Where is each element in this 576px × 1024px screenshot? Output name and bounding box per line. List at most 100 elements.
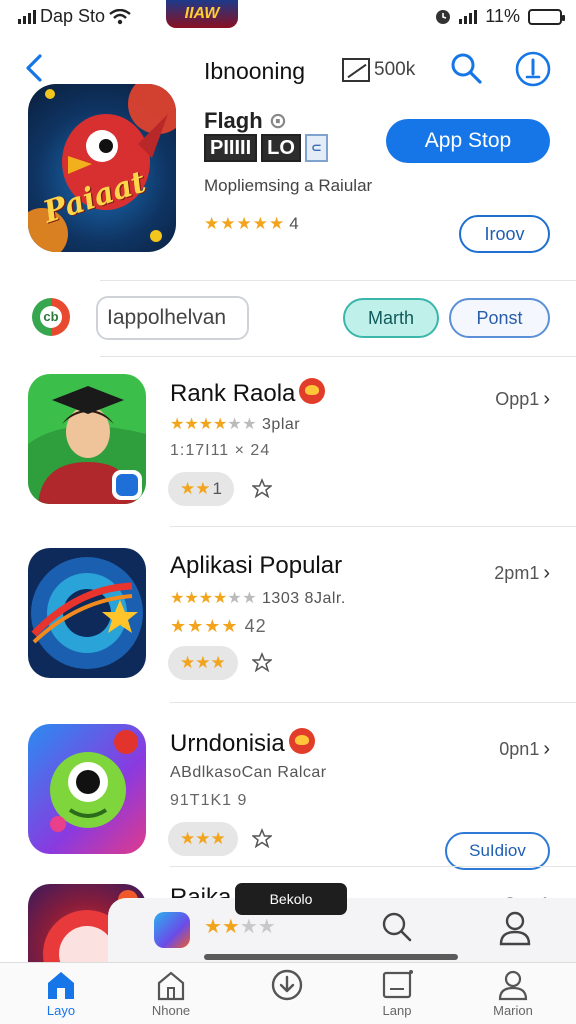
- tag-chip: ⊂: [304, 134, 328, 162]
- floating-progress-bar[interactable]: [204, 954, 458, 960]
- tag-box-2: LO: [261, 134, 301, 162]
- tab-label: Nhone: [151, 1003, 191, 1018]
- list-item[interactable]: Urndonisia ABdlkasoCan Ralcar 91T1K1 9 ★…: [0, 724, 576, 874]
- chip-stars: ★★: [180, 479, 211, 498]
- tablet-icon: [382, 970, 413, 999]
- meta-text: 1303 8Jalr.: [262, 590, 346, 607]
- app-meta: ★★★★★★ 3plar: [170, 414, 300, 434]
- rating-chip[interactable]: ★★ 1: [168, 472, 234, 506]
- filter-search-input[interactable]: Iappolhelvan: [96, 296, 249, 340]
- app-title: Rank Raola: [170, 378, 326, 408]
- tab-label: Lanp: [382, 1003, 412, 1018]
- tooltip: Bekolo: [235, 883, 347, 915]
- tab-label: Marion: [493, 1003, 533, 1018]
- app-meta: ★★★★★★ 1303 8Jalr.: [170, 588, 346, 608]
- meta-text: 3plar: [262, 416, 301, 433]
- face-emoji-icon: [299, 378, 326, 404]
- person-icon: [498, 970, 528, 1001]
- search-icon[interactable]: [380, 910, 414, 944]
- tab-bar: Layo Nhone Lanp Marion: [0, 962, 576, 1024]
- stars-on: ★★★★: [170, 590, 228, 607]
- divider: [170, 866, 576, 867]
- star-outline-icon[interactable]: [252, 828, 272, 848]
- app-meta-secondary: 91T1K1 9: [170, 792, 248, 809]
- battery-icon: [528, 8, 565, 25]
- alarm-icon: [436, 9, 451, 24]
- tag-box-1: PIIIII: [204, 134, 258, 162]
- list-item[interactable]: Aplikasi Popular ★★★★★★ 1303 8Jalr. ★★★★…: [0, 548, 576, 698]
- tab-home[interactable]: Layo: [16, 969, 106, 1023]
- app-store-button[interactable]: App Stop: [386, 119, 550, 163]
- dot-icon: ⊙: [268, 108, 288, 133]
- search-icon[interactable]: [448, 50, 484, 86]
- tab-download[interactable]: [242, 969, 332, 1023]
- signal-icon: [18, 9, 36, 24]
- open-label[interactable]: Opp1 ›: [495, 388, 550, 411]
- open-text: 2pm1: [494, 563, 540, 583]
- featured-title-text: Flagh: [204, 108, 263, 133]
- open-label[interactable]: 2pm1 ›: [494, 562, 550, 585]
- divider: [170, 702, 576, 703]
- featured-app-icon[interactable]: Paiaat: [28, 84, 176, 252]
- app-meta-secondary: 1:17I11 × 24: [170, 442, 271, 459]
- open-label[interactable]: 0pn1 ›: [499, 738, 550, 761]
- install-button[interactable]: SuIdiov: [445, 832, 550, 870]
- featured-secondary-button[interactable]: Iroov: [459, 215, 550, 253]
- chevron-right-icon: ›: [543, 388, 550, 410]
- face-emoji-icon: [288, 728, 315, 754]
- featured-title: Flagh ⊙: [204, 108, 287, 134]
- app-icon-monster[interactable]: [28, 724, 146, 854]
- open-text: Opp1: [495, 389, 540, 409]
- graduate-icon: [28, 386, 146, 504]
- app-icon-graduate[interactable]: [28, 374, 146, 504]
- tab-lamp[interactable]: Lanp: [352, 969, 442, 1023]
- featured-rating: ★★★★★ 4: [204, 214, 300, 234]
- status-left: Dap Sto: [18, 6, 131, 27]
- filter-pill-inactive[interactable]: Ponst: [449, 298, 550, 338]
- divider: [100, 280, 576, 281]
- rating-chip[interactable]: ★★★: [168, 646, 238, 680]
- meta2-stars: ★★★★: [170, 616, 239, 636]
- chip-stars: ★★★: [180, 829, 226, 848]
- meta2-text: 42: [244, 616, 267, 636]
- status-right: 11%: [435, 6, 565, 27]
- nav-size-field[interactable]: 500k: [342, 56, 415, 84]
- tab-phone[interactable]: Nhone: [126, 969, 216, 1023]
- star-target-icon: [31, 557, 143, 669]
- featured-app: Paiaat Flagh ⊙ PIIIII LO ⊂ Mopliemsing a…: [0, 82, 576, 282]
- app-title: Aplikasi Popular: [170, 552, 343, 579]
- featured-tags: PIIIII LO ⊂: [204, 134, 328, 162]
- divider: [170, 526, 576, 527]
- star-outline-icon[interactable]: [252, 652, 272, 672]
- featured-subtitle: Mopliemsing a Raiular: [204, 176, 373, 195]
- filter-pill-active[interactable]: Marth: [343, 298, 439, 338]
- app-title-text: Urndonisia: [170, 730, 285, 757]
- edit-box-icon: [342, 58, 370, 82]
- carrier-label: Dap Sto: [40, 6, 106, 26]
- monster-eye-icon: [50, 730, 138, 832]
- featured-stars: ★★★★★: [204, 214, 286, 233]
- tab-profile[interactable]: Marion: [468, 969, 558, 1023]
- nav-size-value: 500k: [374, 59, 416, 80]
- star-outline-icon[interactable]: [252, 478, 272, 498]
- person-icon[interactable]: [498, 910, 532, 946]
- back-chevron-icon[interactable]: [20, 50, 50, 86]
- app-title: Urndonisia: [170, 728, 315, 758]
- app-icon-star[interactable]: [28, 548, 146, 678]
- stars-on: ★★★★: [170, 416, 228, 433]
- rating-chip[interactable]: ★★★: [168, 822, 238, 856]
- floating-stars-on: ★★: [204, 916, 240, 938]
- house-outline-icon: [157, 971, 185, 1001]
- list-item[interactable]: Rank Raola ★★★★★★ 3plar 1:17I11 × 24 ★★ 1…: [0, 374, 576, 524]
- app-subtitle: ABdlkasoCan Ralcar: [170, 764, 327, 781]
- download-circle-icon: [271, 969, 303, 1001]
- brand-logo-icon: [32, 298, 70, 336]
- filter-row: Iappolhelvan Marth Ponst: [0, 296, 576, 340]
- page-title: Ibnooning: [204, 58, 306, 84]
- floating-stars-off: ★★: [239, 916, 276, 938]
- status-bar: Dap Sto 11%: [0, 0, 576, 34]
- home-icon: [48, 972, 74, 999]
- chevron-right-icon: ›: [543, 738, 550, 760]
- stars-off: ★★: [227, 590, 258, 607]
- tab-label: Layo: [46, 1003, 76, 1018]
